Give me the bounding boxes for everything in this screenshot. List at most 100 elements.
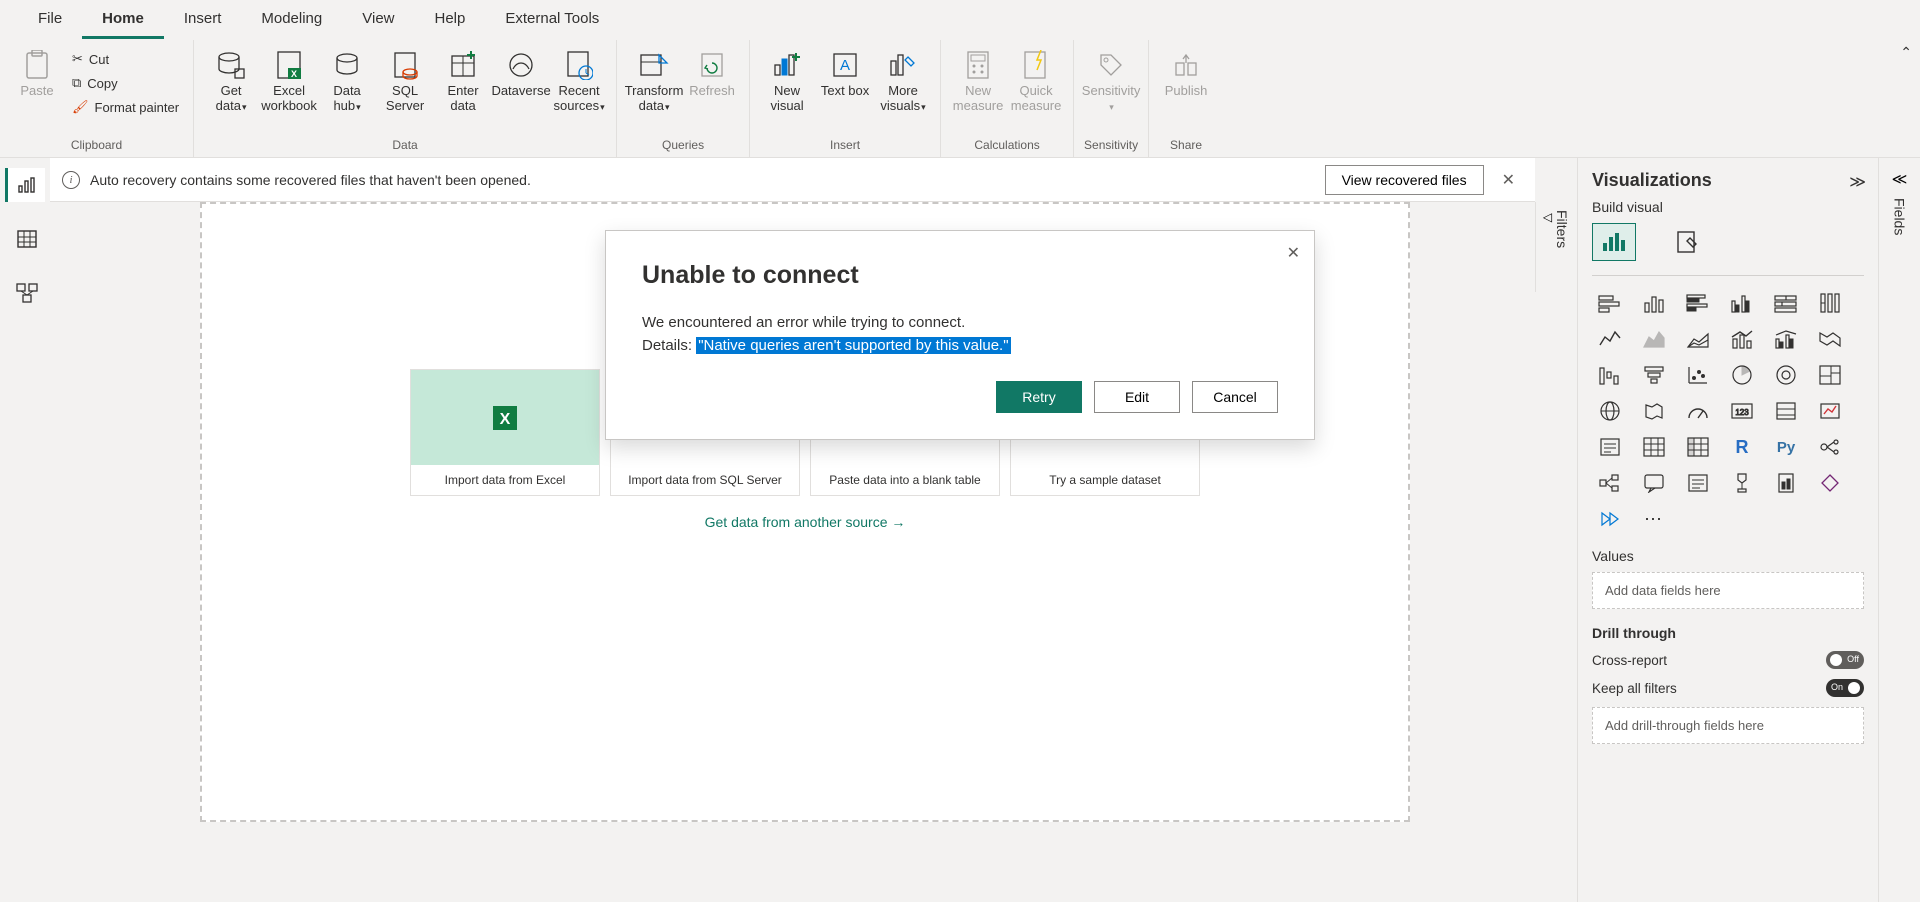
cross-report-toggle[interactable]: Off xyxy=(1826,651,1864,669)
viz-key-influencers-icon[interactable] xyxy=(1812,432,1848,462)
data-hub-button[interactable]: Data hub▾ xyxy=(318,46,376,114)
viz-python-icon[interactable]: Py xyxy=(1768,432,1804,462)
fields-pane-collapsed[interactable]: ≪ Fields xyxy=(1878,158,1920,902)
viz-stacked-column-icon[interactable] xyxy=(1636,288,1672,318)
ribbon-collapse-icon[interactable]: ⌃ xyxy=(1900,44,1912,61)
viz-gauge-icon[interactable] xyxy=(1680,396,1716,426)
copy-button[interactable]: ⧉Copy xyxy=(66,72,185,94)
viz-paginated-report-icon[interactable] xyxy=(1768,468,1804,498)
sql-server-button[interactable]: SQL Server xyxy=(376,46,434,114)
text-box-button[interactable]: AText box xyxy=(816,46,874,99)
edit-button[interactable]: Edit xyxy=(1094,381,1180,413)
build-visual-tab[interactable] xyxy=(1592,223,1636,261)
tab-help[interactable]: Help xyxy=(415,1,486,39)
svg-text:X: X xyxy=(291,69,297,79)
visualization-gallery: 123 R Py ⋯ xyxy=(1592,288,1864,534)
viz-goals-icon[interactable] xyxy=(1724,468,1760,498)
drill-through-well[interactable]: Add drill-through fields here xyxy=(1592,707,1864,744)
dialog-close-icon[interactable]: ✕ xyxy=(1287,243,1300,263)
keep-all-filters-toggle[interactable]: On xyxy=(1826,679,1864,697)
excel-workbook-button[interactable]: XExcel workbook xyxy=(260,46,318,114)
viz-line-stacked-column-icon[interactable] xyxy=(1724,324,1760,354)
viz-smart-narrative-icon[interactable] xyxy=(1680,468,1716,498)
viz-scatter-icon[interactable] xyxy=(1680,360,1716,390)
sensitivity-button[interactable]: Sensitivity▾ xyxy=(1082,46,1140,114)
copy-icon: ⧉ xyxy=(72,75,81,91)
viz-pie-icon[interactable] xyxy=(1724,360,1760,390)
group-label-data: Data xyxy=(392,135,417,157)
viz-get-more-icon[interactable]: ⋯ xyxy=(1636,504,1672,534)
new-visual-button[interactable]: New visual xyxy=(758,46,816,114)
viz-100-stacked-bar-icon[interactable] xyxy=(1768,288,1804,318)
model-view-button[interactable] xyxy=(5,276,45,310)
publish-icon xyxy=(1171,50,1201,80)
new-measure-button[interactable]: New measure xyxy=(949,46,1007,114)
dialog-title: Unable to connect xyxy=(642,261,1278,290)
viz-clustered-bar-icon[interactable] xyxy=(1680,288,1716,318)
values-well[interactable]: Add data fields here xyxy=(1592,572,1864,609)
filters-pane-collapsed[interactable]: ◁ Filters xyxy=(1535,202,1577,292)
data-view-button[interactable] xyxy=(5,222,45,256)
viz-matrix-icon[interactable] xyxy=(1680,432,1716,462)
viz-line-clustered-column-icon[interactable] xyxy=(1768,324,1804,354)
paste-button[interactable]: Paste xyxy=(8,46,66,99)
viz-qna-icon[interactable] xyxy=(1636,468,1672,498)
report-view-button[interactable] xyxy=(5,168,45,202)
viz-map-icon[interactable] xyxy=(1592,396,1628,426)
tab-view[interactable]: View xyxy=(342,1,414,39)
viz-power-automate-icon[interactable] xyxy=(1592,504,1628,534)
get-data-another-source-link[interactable]: Get data from another source → xyxy=(705,514,906,530)
viz-donut-icon[interactable] xyxy=(1768,360,1804,390)
viz-ribbon-icon[interactable] xyxy=(1812,324,1848,354)
viz-table-icon[interactable] xyxy=(1636,432,1672,462)
group-label-calc: Calculations xyxy=(974,135,1039,157)
tab-external-tools[interactable]: External Tools xyxy=(485,1,619,39)
tab-home[interactable]: Home xyxy=(82,1,164,39)
viz-stacked-bar-icon[interactable] xyxy=(1592,288,1628,318)
quick-measure-icon xyxy=(1021,50,1051,80)
viz-r-script-icon[interactable]: R xyxy=(1724,432,1760,462)
close-icon[interactable]: ✕ xyxy=(1494,166,1523,194)
cut-button[interactable]: ✂Cut xyxy=(66,48,185,70)
tab-insert[interactable]: Insert xyxy=(164,1,242,39)
viz-kpi-icon[interactable] xyxy=(1812,396,1848,426)
data-hub-icon xyxy=(332,50,362,80)
card-import-excel[interactable]: XImport data from Excel xyxy=(410,369,600,496)
dataverse-button[interactable]: Dataverse xyxy=(492,46,550,99)
viz-line-icon[interactable] xyxy=(1592,324,1628,354)
viz-100-stacked-column-icon[interactable] xyxy=(1812,288,1848,318)
enter-data-button[interactable]: Enter data xyxy=(434,46,492,114)
transform-data-button[interactable]: Transform data▾ xyxy=(625,46,683,114)
tab-modeling[interactable]: Modeling xyxy=(241,1,342,39)
visualizations-pane: ≫ Visualizations Build visual 123 xyxy=(1577,158,1878,902)
view-recovered-files-button[interactable]: View recovered files xyxy=(1325,165,1484,195)
recent-sources-button[interactable]: Recent sources▾ xyxy=(550,46,608,114)
viz-waterfall-icon[interactable] xyxy=(1592,360,1628,390)
get-data-button[interactable]: Get data▾ xyxy=(202,46,260,114)
refresh-button[interactable]: Refresh xyxy=(683,46,741,99)
viz-power-apps-icon[interactable] xyxy=(1812,468,1848,498)
viz-multi-row-card-icon[interactable] xyxy=(1768,396,1804,426)
format-visual-tab[interactable] xyxy=(1666,223,1710,261)
svg-text:A: A xyxy=(840,57,850,74)
more-visuals-button[interactable]: More visuals▾ xyxy=(874,46,932,114)
viz-slicer-icon[interactable] xyxy=(1592,432,1628,462)
recent-icon xyxy=(564,50,594,80)
viz-treemap-icon[interactable] xyxy=(1812,360,1848,390)
tab-file[interactable]: File xyxy=(18,1,82,39)
ribbon-group-calculations: New measure Quick measure Calculations xyxy=(941,40,1074,157)
viz-clustered-column-icon[interactable] xyxy=(1724,288,1760,318)
viz-stacked-area-icon[interactable] xyxy=(1680,324,1716,354)
filters-expand-icon: ◁ xyxy=(1543,210,1552,224)
publish-button[interactable]: Publish xyxy=(1157,46,1215,99)
retry-button[interactable]: Retry xyxy=(996,381,1082,413)
viz-area-icon[interactable] xyxy=(1636,324,1672,354)
viz-decomposition-tree-icon[interactable] xyxy=(1592,468,1628,498)
viz-funnel-icon[interactable] xyxy=(1636,360,1672,390)
format-painter-button[interactable]: 🖌Format painter xyxy=(66,96,185,118)
cancel-button[interactable]: Cancel xyxy=(1192,381,1278,413)
quick-measure-button[interactable]: Quick measure xyxy=(1007,46,1065,114)
viz-expand-icon[interactable]: ≫ xyxy=(1849,172,1866,192)
viz-filled-map-icon[interactable] xyxy=(1636,396,1672,426)
viz-card-icon[interactable]: 123 xyxy=(1724,396,1760,426)
